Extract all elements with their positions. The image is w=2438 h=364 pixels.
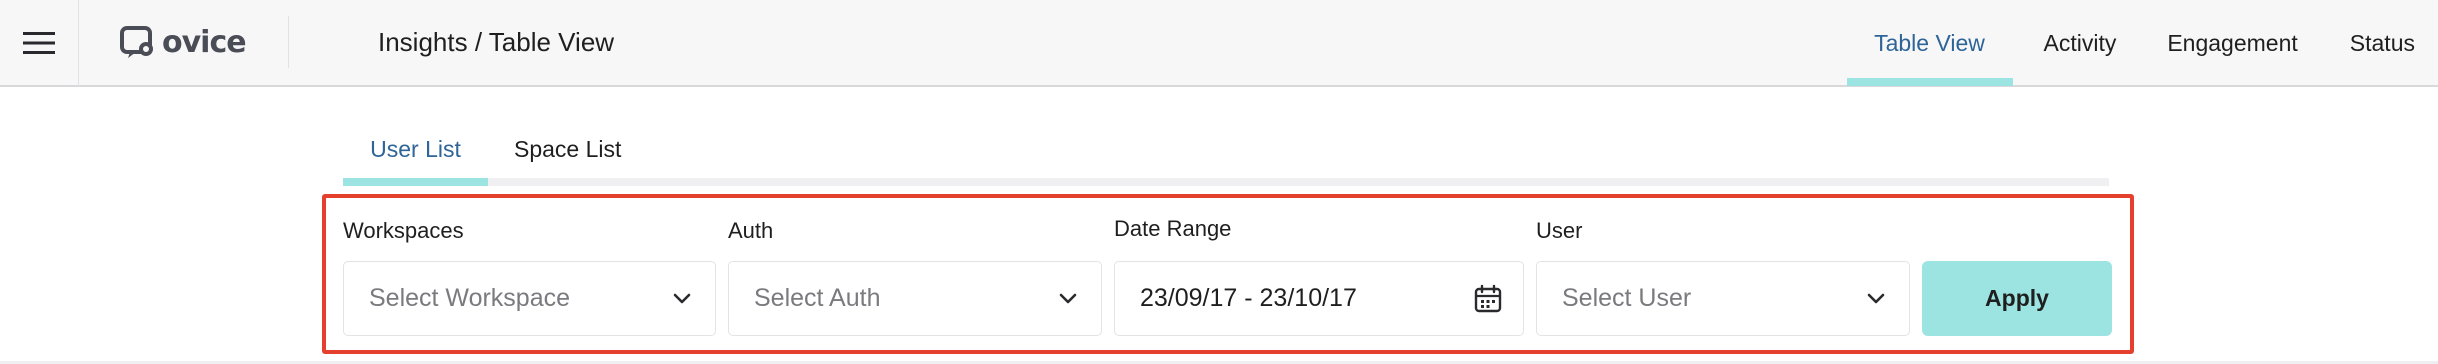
top-nav: Table View Activity Engagement Status [1846,0,2438,86]
auth-select-placeholder: Select Auth [754,284,881,312]
subtab-user-list-label: User List [370,135,461,162]
auth-label: Auth [728,218,774,243]
date-range-label: Date Range [1114,216,1232,241]
subtab-user-list[interactable]: User List [343,112,488,186]
tab-engagement[interactable]: Engagement [2167,0,2297,86]
ovice-logo-icon [120,26,153,58]
date-range-value: 23/09/17 - 23/10/17 [1140,284,1357,312]
calendar-icon[interactable] [1473,284,1503,314]
menu-button[interactable] [0,0,79,86]
workspaces-label: Workspaces [343,218,464,243]
breadcrumb: Insights / Table View [378,27,615,57]
subtab-space-list-label: Space List [514,135,622,162]
logo-text: ovice [162,24,247,60]
workspace-select-placeholder: Select Workspace [369,284,571,312]
user-select-placeholder: Select User [1562,284,1692,312]
tab-status[interactable]: Status [2350,0,2415,86]
active-tab-indicator [343,178,488,186]
sub-tabs: User List Space List [343,112,2109,186]
chevron-down-icon [1867,293,1885,304]
date-range-picker[interactable]: 23/09/17 - 23/10/17 [1114,261,1524,336]
workspace-select[interactable]: Select Workspace [343,261,716,336]
user-select[interactable]: Select User [1536,261,1910,336]
subtab-space-list[interactable]: Space List [514,112,621,186]
tab-table-view[interactable]: Table View [1846,0,2013,86]
chevron-down-icon [1059,293,1077,304]
app-logo[interactable]: ovice [120,20,247,64]
filter-panel: Workspaces Select Workspace Auth Select … [322,194,2134,354]
hamburger-menu-icon [23,32,55,54]
top-bar: ovice Insights / Table View Table View A… [0,0,2438,87]
tab-activity[interactable]: Activity [2044,0,2117,86]
auth-select[interactable]: Select Auth [728,261,1102,336]
chevron-down-icon [673,293,691,304]
header-divider [288,16,289,68]
apply-button[interactable]: Apply [1922,261,2112,336]
user-label: User [1536,218,1583,243]
